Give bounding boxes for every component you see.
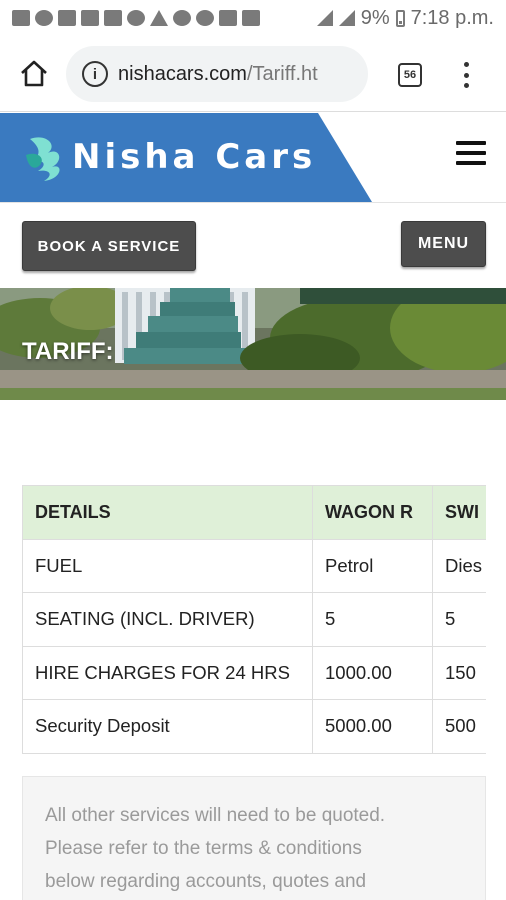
tariff-table: DETAILS WAGON R SWI FUEL Petrol Dies SEA… xyxy=(22,485,486,754)
note-line: All other services will need to be quote… xyxy=(45,805,386,826)
table-row: HIRE CHARGES FOR 24 HRS 1000.00 150 xyxy=(22,645,486,700)
phone-icon xyxy=(127,10,145,26)
table-cell: 5 xyxy=(432,592,486,647)
table-cell: FUEL xyxy=(22,538,313,593)
table-cell: Security Deposit xyxy=(22,699,313,754)
table-cell: 1000.00 xyxy=(312,645,433,700)
table-cell: 500 xyxy=(432,699,486,754)
battery-percent: 9% xyxy=(360,6,390,29)
hamburger-menu-icon[interactable] xyxy=(456,141,486,165)
tab-switcher-button[interactable]: 56 xyxy=(398,63,422,87)
table-cell: SEATING (INCL. DRIVER) xyxy=(22,592,313,647)
inbox-icon xyxy=(104,10,122,26)
tariff-table-container[interactable]: DETAILS WAGON R SWI FUEL Petrol Dies SEA… xyxy=(22,485,486,755)
note-line: Please refer to the terms & conditions xyxy=(45,838,362,859)
url-field[interactable]: i nishacars.com/Tariff.ht xyxy=(66,46,368,102)
url-text[interactable]: nishacars.com/Tariff.ht xyxy=(118,63,318,86)
table-cell: 5000.00 xyxy=(312,699,433,754)
bar xyxy=(456,141,486,145)
signal-icon-2 xyxy=(338,10,355,26)
table-row: FUEL Petrol Dies xyxy=(22,538,486,593)
logo[interactable]: Nisha Cars xyxy=(24,131,316,183)
clock: 7:18 p.m. xyxy=(410,6,494,29)
browser-toolbar: i nishacars.com/Tariff.ht 56 xyxy=(0,36,506,112)
book-a-service-button[interactable]: BOOK A SERVICE xyxy=(22,221,196,271)
location-icon xyxy=(173,10,191,26)
column-header: WAGON R xyxy=(312,485,433,540)
column-header: DETAILS xyxy=(22,485,313,540)
table-cell: Petrol xyxy=(312,538,433,593)
page-title: TARIFF: xyxy=(22,338,114,365)
person-icon xyxy=(35,10,53,26)
keyboard-icon xyxy=(12,10,30,26)
mail-icon xyxy=(81,10,99,26)
info-icon[interactable]: i xyxy=(82,61,108,87)
logo-swoosh-icon xyxy=(26,137,60,181)
table-row: SEATING (INCL. DRIVER) 5 5 xyxy=(22,592,486,647)
table-cell: 150 xyxy=(432,645,486,700)
alarm-icon xyxy=(196,10,214,26)
table-cell: 5 xyxy=(312,592,433,647)
note-line: below regarding accounts, quotes and xyxy=(45,871,367,892)
status-right: 9% 7:18 p.m. xyxy=(316,6,494,30)
bar xyxy=(456,151,486,155)
dot xyxy=(463,83,469,88)
home-icon xyxy=(21,60,47,87)
menu-button[interactable]: MENU xyxy=(401,221,486,267)
volte-icon xyxy=(219,10,237,26)
brand-name: Nisha Cars xyxy=(72,137,317,177)
notification-icons xyxy=(12,10,317,26)
more-options-button[interactable] xyxy=(458,60,474,90)
table-cell: Dies xyxy=(432,538,486,593)
home-button[interactable] xyxy=(18,58,50,90)
site-header: Nisha Cars xyxy=(0,113,506,203)
hero-banner: TARIFF: xyxy=(0,288,506,400)
image-icon xyxy=(58,10,76,26)
table-cell: HIRE CHARGES FOR 24 HRS xyxy=(22,645,313,700)
url-path: /Tariff.ht xyxy=(246,62,318,85)
dot xyxy=(463,62,469,67)
bar xyxy=(456,161,486,165)
url-host: nishacars.com xyxy=(118,62,247,85)
services-note: All other services will need to be quote… xyxy=(22,776,486,900)
signal-icon xyxy=(316,10,333,26)
warning-icon xyxy=(150,10,168,26)
column-header: SWI xyxy=(432,485,486,540)
status-bar: 9% 7:18 p.m. xyxy=(0,0,506,36)
battery-icon xyxy=(395,9,405,27)
table-header-row: DETAILS WAGON R SWI xyxy=(22,485,486,540)
sim-icon xyxy=(242,10,260,26)
dot xyxy=(463,72,469,78)
table-row: Security Deposit 5000.00 500 xyxy=(22,699,486,754)
